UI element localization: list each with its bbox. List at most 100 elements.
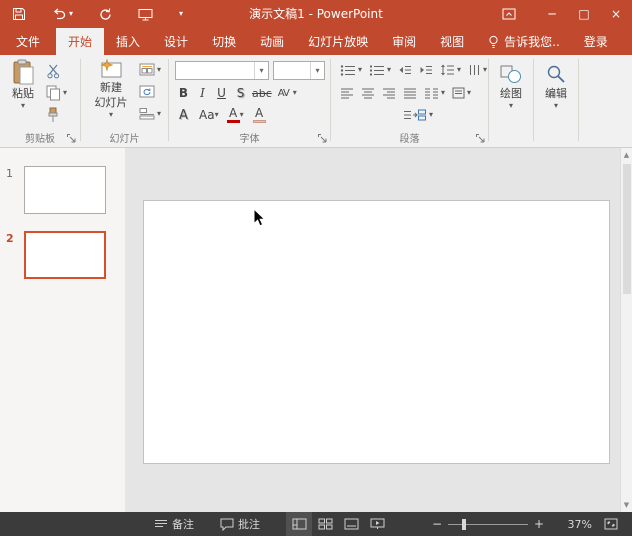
text-shadow-button[interactable]: S [231,84,250,102]
font-color-button[interactable]: A ▾ [225,106,246,124]
editing-group-button[interactable]: 编辑 ▾ [534,63,578,110]
tab-slide-show[interactable]: 幻灯片放映 [296,28,380,55]
reading-view-button[interactable] [338,512,364,536]
font-size-combobox[interactable]: ▾ [273,61,325,80]
ribbon-display-options-icon [502,7,516,21]
zoom-slider[interactable] [448,524,528,525]
strikethrough-button[interactable]: abc [250,84,274,102]
layout-button[interactable]: ▾ [139,63,161,76]
cut-button[interactable] [46,63,61,79]
copy-button[interactable]: ▾ [46,85,67,101]
reset-button[interactable] [139,85,155,98]
align-text-button[interactable]: ▾ [449,84,474,102]
comments-label: 批注 [238,516,260,532]
tab-insert[interactable]: 插入 [104,28,152,55]
powerpoint-window: ▾ ▾ 演示文稿1 - PowerPoint [0,0,632,536]
ribbon-tab-row: 文件 开始 插入 设计 切换 动画 幻灯片放映 审阅 视图 告诉我您.. 登录 … [0,28,632,55]
zoom-percentage[interactable]: 37% [556,518,592,531]
tab-animations[interactable]: 动画 [248,28,296,55]
slide-2-number: 2 [6,232,14,245]
zoom-in-button[interactable]: + [530,512,548,536]
drawing-shapes-icon [499,63,523,85]
layout-dropdown-icon: ▾ [157,66,161,74]
normal-view-button[interactable] [286,512,312,536]
scrollbar-thumb[interactable] [623,164,631,294]
notes-button[interactable]: 备注 [146,512,202,536]
line-spacing-button[interactable]: ▾ [437,61,464,79]
fit-to-window-button[interactable] [598,512,624,536]
editing-dropdown-icon: ▾ [554,102,558,110]
group-separator [168,59,169,141]
clear-formatting-letter: A [255,108,263,119]
layout-icon [139,63,155,76]
normal-view-icon [292,518,307,530]
italic-button[interactable]: I [193,84,212,102]
scroll-down-arrow[interactable]: ▼ [621,498,632,512]
align-left-button[interactable] [337,84,357,102]
maximize-button[interactable]: □ [568,0,600,28]
minimize-button[interactable]: ─ [536,0,568,28]
text-direction-button[interactable]: ▾ [465,61,490,79]
align-center-button[interactable] [358,84,378,102]
sign-in-button[interactable]: 登录 [572,28,620,55]
new-slide-button[interactable]: 新建 幻灯片 ▾ [87,59,135,119]
character-spacing-button[interactable]: AV [274,84,293,102]
font-buttons-row: B I U S abc AV ▾ [174,84,297,102]
grow-font-button[interactable]: A [174,106,193,124]
scroll-up-arrow[interactable]: ▲ [621,148,632,162]
slideshow-view-button[interactable] [364,512,390,536]
increase-indent-button[interactable] [416,61,436,79]
slide-canvas[interactable] [143,200,610,464]
font-buttons-row2: A Aa ▾ A ▾ A [174,106,269,124]
slide-1-thumbnail[interactable] [24,166,106,214]
tab-design[interactable]: 设计 [152,28,200,55]
paragraph-dialog-launcher[interactable] [475,133,486,144]
decrease-indent-icon [398,64,412,76]
ribbon-display-options-button[interactable] [494,0,524,28]
zoom-slider-thumb[interactable] [462,519,466,530]
justify-button[interactable] [400,84,420,102]
slides-group-label: 幻灯片 [81,130,168,145]
tell-me-box[interactable]: 告诉我您.. [476,28,572,55]
drawing-group-button[interactable]: 绘图 ▾ [489,63,533,110]
tab-file[interactable]: 文件 [0,28,56,55]
decrease-indent-button[interactable] [395,61,415,79]
format-painter-button[interactable] [46,107,60,123]
font-dialog-launcher[interactable] [317,133,328,144]
font-name-combobox[interactable]: ▾ [175,61,269,80]
section-button[interactable]: ▾ [139,107,161,120]
change-case-button[interactable]: Aa ▾ [197,106,221,124]
clipboard-dialog-launcher[interactable] [66,133,77,144]
paragraph-row2: ▾ ▾ [337,84,474,102]
bullet-list-icon [340,64,356,76]
align-right-button[interactable] [379,84,399,102]
font-group-label: 字体 [169,130,330,145]
character-spacing-dropdown-icon[interactable]: ▾ [293,89,297,97]
bullets-button[interactable]: ▾ [337,61,365,79]
paste-button[interactable]: 粘贴 ▾ [4,59,42,110]
underline-button[interactable]: U [212,84,231,102]
font-name-dropdown-icon[interactable]: ▾ [254,62,268,79]
clear-formatting-button[interactable]: A [250,106,269,124]
numbering-button[interactable]: ▾ [366,61,394,79]
comments-button[interactable]: 批注 [212,512,268,536]
slide-2-thumbnail[interactable] [24,231,106,279]
slide-sorter-view-button[interactable] [312,512,338,536]
slide-editing-area [125,148,620,512]
group-separator [578,59,579,141]
tab-transitions[interactable]: 切换 [200,28,248,55]
zoom-out-button[interactable]: − [428,512,446,536]
tab-review[interactable]: 审阅 [380,28,428,55]
tab-home[interactable]: 开始 [56,28,104,55]
tab-view[interactable]: 视图 [428,28,476,55]
convert-smartart-button[interactable]: ▾ [400,106,436,124]
vertical-scrollbar[interactable]: ▲ ▼ [620,148,632,512]
increase-indent-icon [419,64,433,76]
columns-button[interactable]: ▾ [421,84,448,102]
bold-button[interactable]: B [174,84,193,102]
share-button[interactable]: 共享 [620,28,632,55]
close-button[interactable]: × [600,0,632,28]
columns-dropdown-icon: ▾ [441,89,445,97]
justify-icon [403,87,417,99]
font-size-dropdown-icon[interactable]: ▾ [310,62,324,79]
